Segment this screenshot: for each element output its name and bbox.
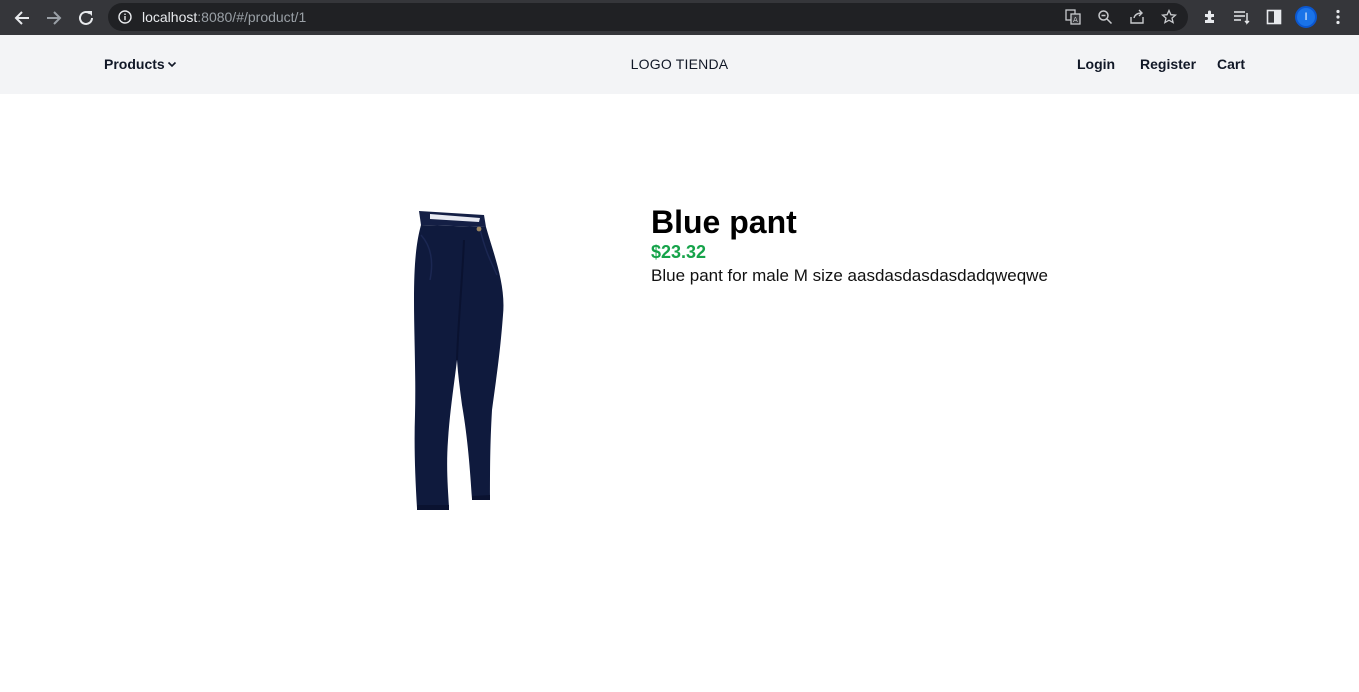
register-link[interactable]: Register <box>1140 56 1196 72</box>
product-details: Blue pant $23.32 Blue pant for male M si… <box>651 203 1048 289</box>
product-price: $23.32 <box>651 242 707 262</box>
star-icon[interactable] <box>1160 8 1178 26</box>
svg-text:A: A <box>1073 16 1078 24</box>
cart-link[interactable]: Cart <box>1217 56 1245 72</box>
product-title: Blue pant <box>651 204 797 240</box>
reload-icon[interactable] <box>73 5 99 31</box>
menu-icon[interactable] <box>1328 7 1348 27</box>
share-icon[interactable] <box>1128 8 1146 26</box>
forward-icon[interactable] <box>41 5 67 31</box>
browser-toolbar: localhost:8080/#/product/1 A I <box>0 0 1359 35</box>
translate-icon[interactable]: A <box>1064 8 1082 26</box>
extensions-icon[interactable] <box>1200 7 1220 27</box>
site-header: Products LOGO TIENDA Login Register Cart <box>0 35 1359 94</box>
reading-list-icon[interactable] <box>1232 7 1252 27</box>
blue-pant-image <box>400 205 515 515</box>
profile-avatar[interactable]: I <box>1295 6 1317 28</box>
zoom-icon[interactable] <box>1096 8 1114 26</box>
info-icon[interactable] <box>118 10 132 24</box>
address-bar[interactable]: localhost:8080/#/product/1 A <box>108 3 1188 31</box>
login-link[interactable]: Login <box>1077 56 1115 72</box>
product-description: Blue pant for male M size aasdasdasdasda… <box>651 266 1048 285</box>
back-icon[interactable] <box>9 5 35 31</box>
side-panel-icon[interactable] <box>1264 7 1284 27</box>
address-url: localhost:8080/#/product/1 <box>142 9 307 25</box>
